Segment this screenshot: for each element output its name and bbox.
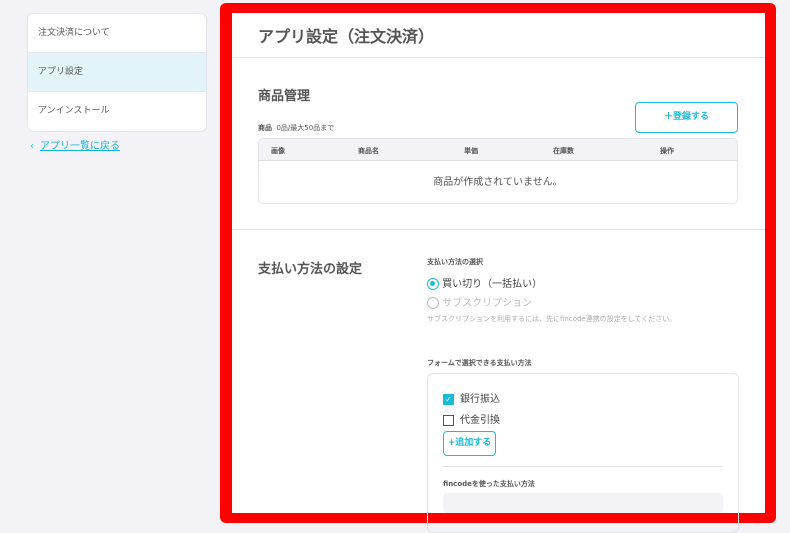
register-product-button[interactable]: ＋登録する <box>635 102 738 133</box>
count-label: 商品 <box>258 124 272 132</box>
divider <box>443 466 723 467</box>
sidebar-menu: 注文決済について アプリ設定 アンインストール <box>27 13 207 132</box>
payment-select-label: 支払い方法の選択 <box>427 258 483 266</box>
method-cod[interactable]: 代金引換 <box>443 411 500 426</box>
col-name: 商品名 <box>358 147 379 155</box>
radio-label: 買い切り（一括払い） <box>442 279 543 290</box>
chevron-left-icon: ‹ <box>30 141 34 152</box>
fincode-label: fincodeを使った支払い方法 <box>443 480 535 488</box>
back-link-label: アプリ一覧に戻る <box>40 141 120 152</box>
table-header: 画像 商品名 単価 在庫数 操作 <box>259 139 737 161</box>
sidebar-item-uninstall[interactable]: アンインストール <box>28 92 206 131</box>
radio-unselected-icon <box>427 297 439 309</box>
checkbox-checked-icon: ✓ <box>443 393 454 405</box>
payment-methods-box: ✓ 銀行振込 代金引換 +追加する fincodeを使った支払い方法 <box>427 373 739 533</box>
sidebar-item-about[interactable]: 注文決済について <box>28 14 206 53</box>
radio-subscription[interactable]: サブスクリプション <box>427 294 532 309</box>
radio-one-time[interactable]: 買い切り（一括払い） <box>427 275 542 290</box>
subscription-note: サブスクリプションを利用するには、先にfincode連携の設定をしてください。 <box>427 315 677 323</box>
products-table: 画像 商品名 単価 在庫数 操作 商品が作成されていません。 <box>258 138 738 204</box>
col-price: 単価 <box>464 147 478 155</box>
empty-message: 商品が作成されていません。 <box>433 177 563 188</box>
sidebar-item-app-settings[interactable]: アプリ設定 <box>28 53 206 92</box>
checkbox-unchecked-icon <box>443 414 454 426</box>
back-to-app-list-link[interactable]: ‹ アプリ一覧に戻る <box>30 137 120 152</box>
settings-panel: アプリ設定（注文決済） 商品管理 ＋登録する 商品 0品/最大50品まで 画像 … <box>232 13 765 533</box>
count-value: 0品/最大50品まで <box>276 124 335 132</box>
fincode-methods-area <box>443 493 723 513</box>
method-label: 代金引換 <box>460 415 500 426</box>
col-actions: 操作 <box>660 147 674 155</box>
form-methods-label: フォームで選択できる支払い方法 <box>427 359 532 367</box>
method-bank-transfer[interactable]: ✓ 銀行振込 <box>443 390 500 405</box>
col-image: 画像 <box>271 147 285 155</box>
radio-selected-icon <box>427 278 439 290</box>
payment-heading: 支払い方法の設定 <box>258 262 363 277</box>
products-heading: 商品管理 <box>258 89 311 104</box>
product-count: 商品 0品/最大50品まで <box>258 123 334 133</box>
divider <box>232 57 765 58</box>
radio-label: サブスクリプション <box>442 298 533 309</box>
method-label: 銀行振込 <box>460 394 500 405</box>
divider <box>232 229 765 230</box>
col-stock: 在庫数 <box>553 147 574 155</box>
page-title: アプリ設定（注文決済） <box>258 27 435 46</box>
add-method-button[interactable]: +追加する <box>443 431 496 456</box>
